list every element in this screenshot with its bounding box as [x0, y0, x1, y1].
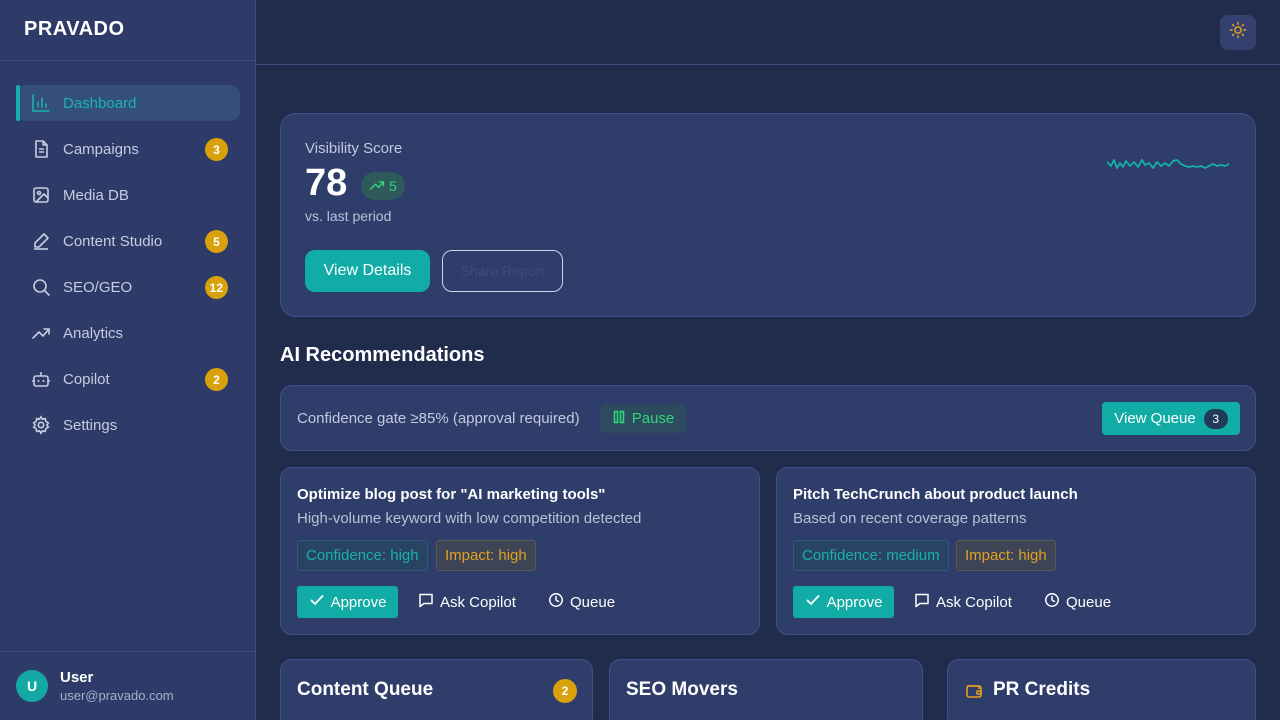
sidebar-item-seo-geo[interactable]: SEO/GEO 12 [16, 269, 240, 305]
queue-button[interactable]: Queue [1044, 586, 1111, 618]
card-title: PR Credits [993, 679, 1091, 700]
sidebar-item-content-studio[interactable]: Content Studio 5 [16, 223, 240, 259]
sidebar-item-label: Media DB [63, 186, 129, 204]
image-icon [31, 185, 51, 205]
approve-button[interactable]: Approve [793, 586, 894, 618]
sidebar-item-label: Settings [63, 416, 118, 434]
view-details-button[interactable]: View Details [305, 250, 430, 292]
sidebar: PRAVADO Dashboard Campaigns 3 Media DB C… [0, 0, 256, 720]
impact-tag: Impact: high [956, 540, 1056, 571]
seo-movers-card: SEO Movers [609, 659, 923, 720]
sidebar-item-campaigns[interactable]: Campaigns 3 [16, 131, 240, 167]
approve-label: Approve [826, 593, 883, 611]
recommendation-title: Pitch TechCrunch about product launch [793, 486, 1078, 503]
message-icon [418, 592, 434, 612]
pr-credits-card: PR Credits [947, 659, 1256, 720]
recommendation-description: Based on recent coverage patterns [793, 510, 1027, 527]
ask-copilot-button[interactable]: Ask Copilot [914, 586, 1012, 618]
sidebar-item-label: SEO/GEO [63, 278, 133, 296]
gear-icon [31, 415, 51, 435]
content-queue-card: Content Queue 2 [280, 659, 593, 720]
view-queue-label: View Queue [1114, 410, 1196, 427]
count-badge: 12 [204, 276, 228, 299]
approve-button[interactable]: Approve [297, 586, 398, 618]
count-badge: 3 [205, 138, 228, 161]
count-badge: 5 [205, 230, 228, 253]
sidebar-item-label: Content Studio [63, 232, 163, 250]
ask-copilot-label: Ask Copilot [440, 593, 516, 611]
sidebar-item-copilot[interactable]: Copilot 2 [16, 361, 240, 397]
bar-chart-icon [31, 93, 51, 113]
sidebar-item-analytics[interactable]: Analytics [16, 315, 240, 351]
delta-value: 5 [389, 178, 397, 194]
trending-up-icon [31, 323, 51, 343]
clock-icon [548, 592, 564, 612]
bot-icon [31, 369, 51, 389]
sidebar-item-settings[interactable]: Settings [16, 407, 240, 443]
visibility-score-card: Visibility Score 78 5 vs. last period Vi… [280, 113, 1256, 317]
delta-badge: 5 [361, 172, 405, 200]
sun-icon [1229, 21, 1247, 44]
divider [0, 60, 255, 61]
visibility-score-value: 78 [305, 162, 348, 204]
document-icon [31, 139, 51, 159]
pause-icon [612, 410, 626, 428]
user-email: user@pravado.com [60, 688, 174, 703]
queue-label: Queue [1066, 593, 1112, 611]
queue-button[interactable]: Queue [548, 586, 615, 618]
sidebar-item-media-db[interactable]: Media DB [16, 177, 240, 213]
sidebar-item-label: Copilot [63, 370, 110, 388]
search-icon [31, 277, 51, 297]
pause-button[interactable]: Pause [600, 404, 686, 433]
clock-icon [1044, 592, 1060, 612]
check-icon [805, 592, 821, 612]
comparison-text: vs. last period [305, 208, 392, 224]
visibility-sparkline [1107, 159, 1229, 169]
pen-icon [31, 231, 51, 251]
impact-tag: Impact: high [436, 540, 536, 571]
count-badge: 2 [553, 679, 577, 703]
card-title: SEO Movers [626, 679, 738, 700]
sidebar-item-label: Analytics [63, 324, 124, 342]
queue-count-badge: 3 [1203, 408, 1228, 429]
theme-toggle-button[interactable] [1220, 15, 1256, 50]
recommendation-card: Pitch TechCrunch about product launch Ba… [776, 467, 1256, 635]
brand-logo[interactable]: PRAVADO [24, 18, 125, 41]
sidebar-nav: Dashboard Campaigns 3 Media DB Content S… [16, 85, 240, 453]
view-queue-button[interactable]: View Queue 3 [1102, 402, 1240, 435]
header-divider [256, 64, 1280, 65]
approve-label: Approve [330, 593, 387, 611]
ask-copilot-label: Ask Copilot [936, 593, 1012, 611]
avatar[interactable]: U [16, 670, 48, 702]
check-icon [309, 592, 325, 612]
recommendation-title: Optimize blog post for "AI marketing too… [297, 486, 606, 503]
sidebar-item-label: Dashboard [63, 94, 137, 112]
confidence-gate-bar: Confidence gate ≥85% (approval required)… [280, 385, 1256, 451]
user-name: User [60, 669, 94, 686]
confidence-gate-text: Confidence gate ≥85% (approval required) [297, 410, 580, 427]
sidebar-item-label: Campaigns [63, 140, 139, 158]
share-report-button[interactable]: Share Report [442, 250, 563, 292]
ask-copilot-button[interactable]: Ask Copilot [418, 586, 516, 618]
pause-label: Pause [631, 410, 675, 427]
confidence-tag: Confidence: high [297, 540, 428, 571]
confidence-tag: Confidence: medium [793, 540, 949, 571]
trending-up-icon [369, 177, 385, 196]
section-title: AI Recommendations [280, 344, 485, 366]
queue-label: Queue [570, 593, 616, 611]
divider [0, 651, 255, 652]
wallet-icon [964, 681, 984, 706]
message-icon [914, 592, 930, 612]
count-badge: 2 [205, 368, 228, 391]
sidebar-item-dashboard[interactable]: Dashboard [16, 85, 240, 121]
card-label: Visibility Score [305, 140, 403, 157]
card-title: Content Queue [297, 679, 434, 700]
recommendation-card: Optimize blog post for "AI marketing too… [280, 467, 760, 635]
recommendation-description: High-volume keyword with low competition… [297, 510, 642, 527]
